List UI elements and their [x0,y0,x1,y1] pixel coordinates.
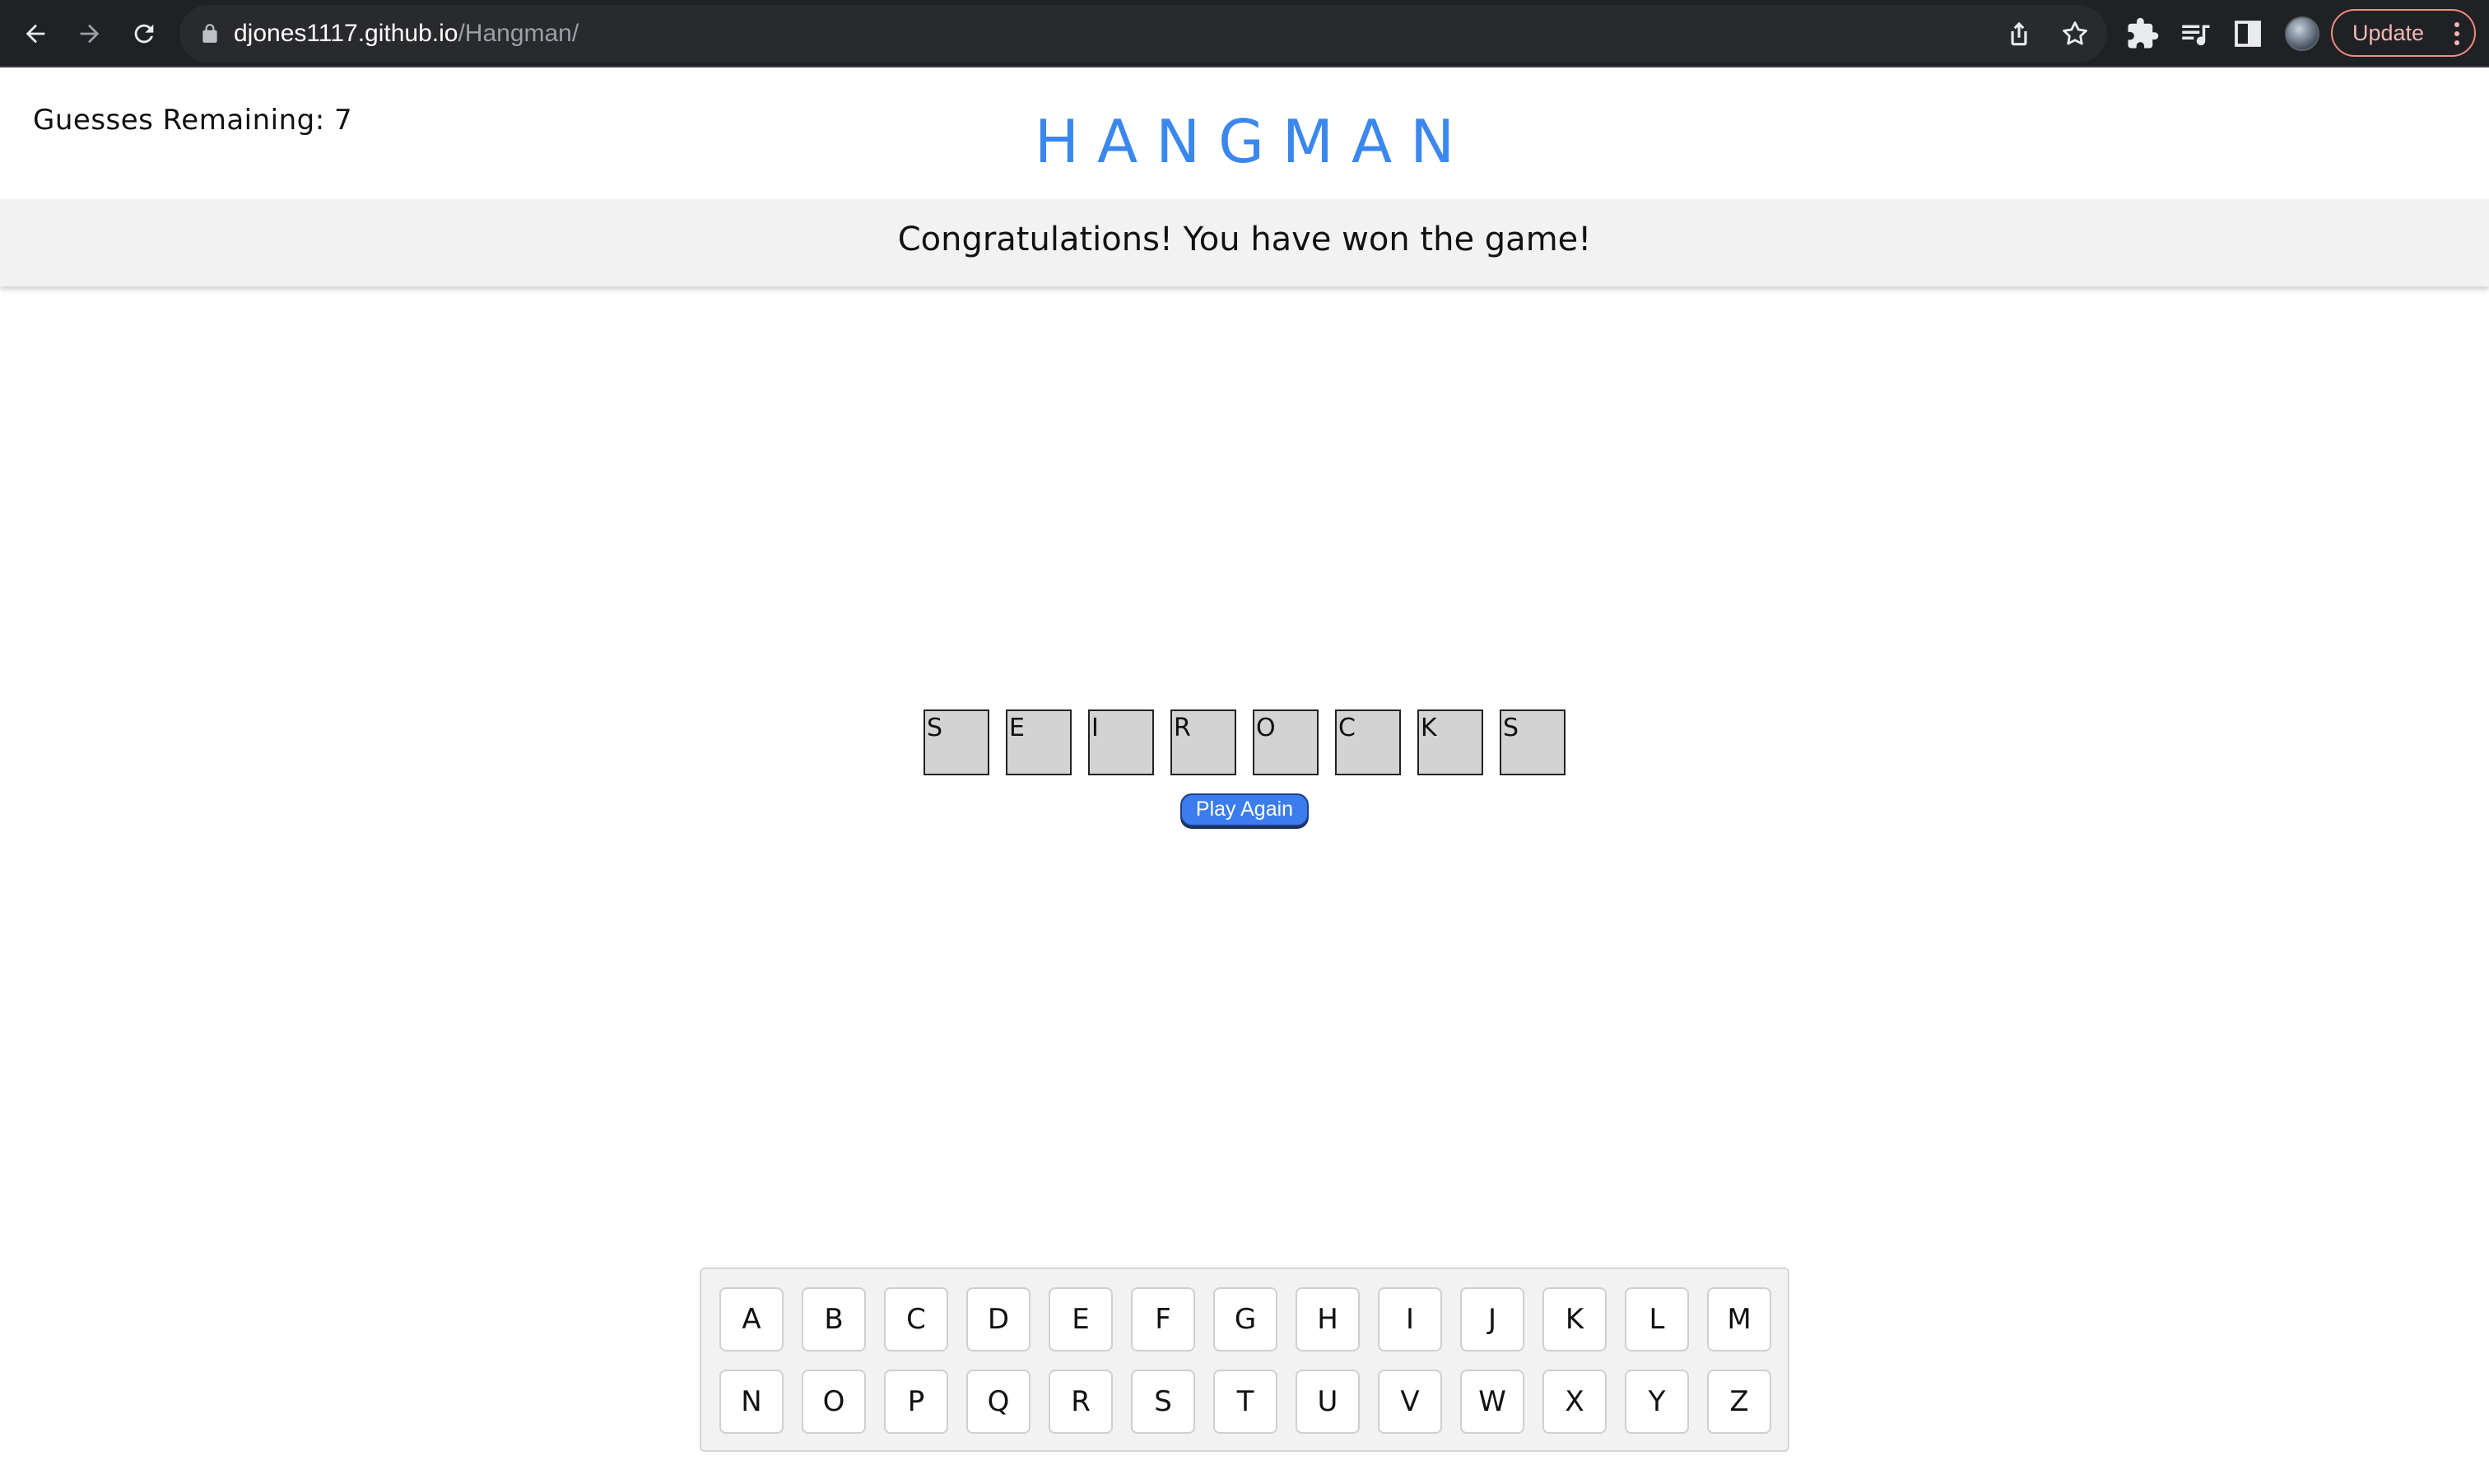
key-w[interactable]: W [1460,1370,1524,1434]
forward-arrow-icon[interactable] [69,13,110,54]
letter-tile: I [1088,709,1154,775]
key-l[interactable]: L [1625,1287,1689,1351]
page-title: HANGMAN [1034,107,1473,176]
update-label: Update [2352,21,2425,45]
key-o[interactable]: O [802,1370,866,1434]
star-icon[interactable] [2059,18,2091,49]
key-g[interactable]: G [1213,1287,1277,1351]
key-n[interactable]: N [719,1370,784,1434]
key-v[interactable]: V [1378,1370,1442,1434]
key-f[interactable]: F [1131,1287,1195,1351]
more-vert-icon[interactable] [2454,22,2459,45]
letter-tile: S [1500,709,1566,775]
key-s[interactable]: S [1131,1370,1195,1434]
letter-tile: K [1417,709,1483,775]
letter-tile: O [1253,709,1319,775]
key-c[interactable]: C [884,1287,948,1351]
profile-avatar[interactable] [2285,16,2319,51]
key-u[interactable]: U [1296,1370,1360,1434]
key-z[interactable]: Z [1707,1370,1771,1434]
key-e[interactable]: E [1049,1287,1113,1351]
keyboard-row-2: N O P Q R S T U V W X Y Z [719,1370,1771,1434]
browser-toolbar: djones1117.github.io/Hangman/ Update [0,0,2489,67]
reload-icon[interactable] [123,13,165,54]
key-h[interactable]: H [1296,1287,1360,1351]
play-again-button[interactable]: Play Again [1180,793,1309,826]
key-m[interactable]: M [1707,1287,1771,1351]
back-arrow-icon[interactable] [15,13,56,54]
update-button[interactable]: Update [2331,9,2476,57]
letter-keyboard: A B C D E F G H I J K L M N O P Q R S T … [700,1268,1789,1452]
url-host: djones1117.github.io [234,20,458,47]
letter-tile: R [1170,709,1236,775]
letter-tile: C [1335,709,1401,775]
key-q[interactable]: Q [966,1370,1030,1434]
url-path: /Hangman/ [458,20,579,47]
letter-tile: S [923,709,989,775]
key-a[interactable]: A [719,1287,784,1351]
key-b[interactable]: B [802,1287,866,1351]
url-text[interactable]: djones1117.github.io/Hangman/ [234,5,579,63]
key-d[interactable]: D [966,1287,1030,1351]
key-r[interactable]: R [1049,1370,1113,1434]
extensions-icon[interactable] [2125,16,2160,51]
lock-icon[interactable] [199,23,221,44]
status-message: Congratulations! You have won the game! [897,221,1592,258]
word-tiles: S E I R O C K S [923,709,1566,775]
key-x[interactable]: X [1542,1370,1607,1434]
key-i[interactable]: I [1378,1287,1442,1351]
key-p[interactable]: P [884,1370,948,1434]
key-k[interactable]: K [1542,1287,1607,1351]
key-y[interactable]: Y [1625,1370,1689,1434]
address-bar[interactable]: djones1117.github.io/Hangman/ [179,5,2107,63]
key-j[interactable]: J [1460,1287,1524,1351]
media-control-icon[interactable] [2178,16,2212,51]
share-icon[interactable] [2003,18,2035,49]
side-panel-icon[interactable] [2231,16,2265,51]
keyboard-row-1: A B C D E F G H I J K L M [719,1287,1771,1351]
key-t[interactable]: T [1213,1370,1277,1434]
letter-tile: E [1006,709,1072,775]
